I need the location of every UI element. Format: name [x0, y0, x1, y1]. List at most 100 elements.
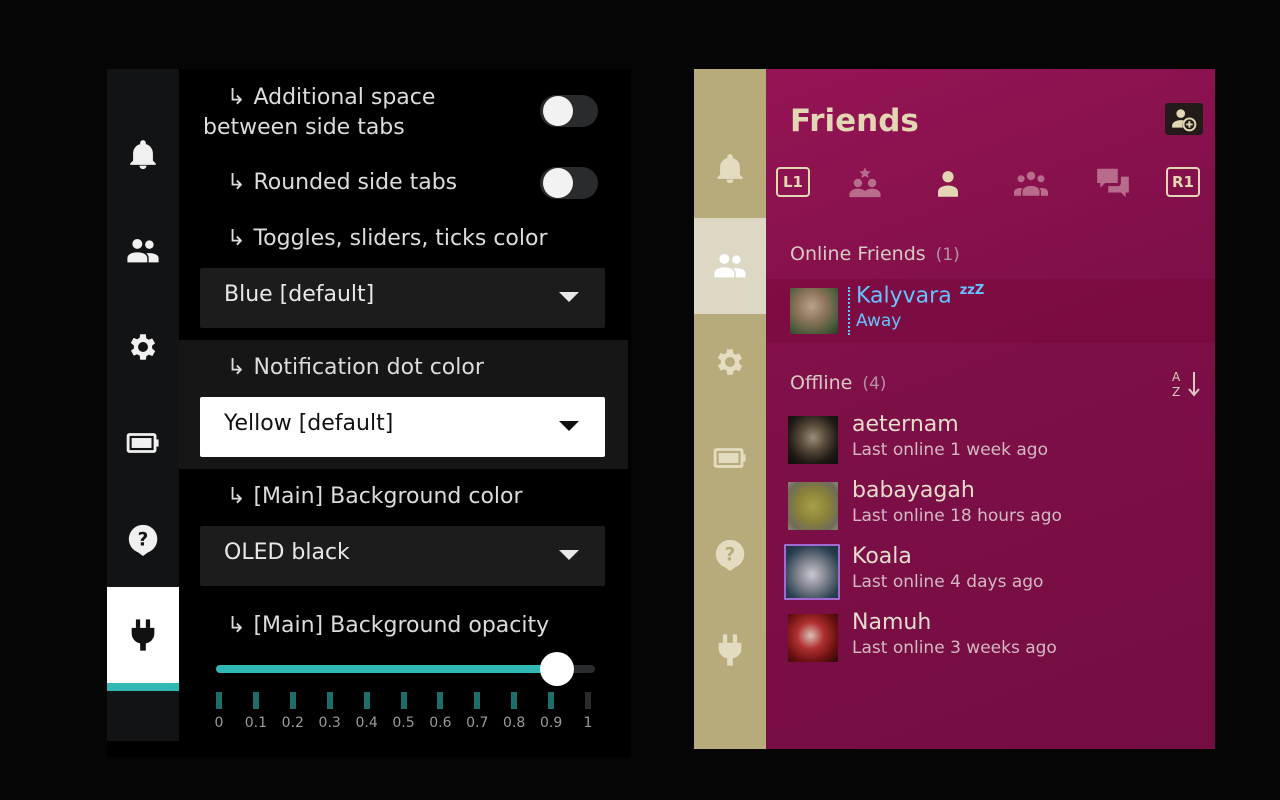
sidebar-tab-friends[interactable]	[694, 218, 766, 314]
friend-row[interactable]: Namuh Last online 3 weeks ago	[766, 606, 1215, 670]
sidebar-tab-battery[interactable]	[107, 395, 179, 491]
sort-alpha-icon[interactable]: A Z	[1170, 369, 1204, 399]
groups-icon	[1014, 171, 1048, 196]
avatar	[788, 482, 838, 530]
slider-tick	[400, 692, 407, 709]
slider-tick	[511, 692, 518, 709]
gear-icon	[717, 349, 743, 375]
tab-friends[interactable]	[926, 163, 970, 203]
slider-tick-label: 0.9	[539, 715, 563, 731]
help-icon: ?	[128, 524, 158, 556]
svg-text:A: A	[1172, 370, 1181, 384]
bell-icon	[717, 154, 743, 184]
favorites-icon	[849, 167, 881, 198]
sidebar-tab-notifications[interactable]	[694, 121, 766, 217]
add-friend-icon	[1172, 109, 1197, 132]
settings-panel: ? ↳ Additional space between side tabs ↳ R…	[107, 69, 631, 757]
tab-favorites[interactable]	[843, 163, 887, 203]
plug-icon	[718, 634, 742, 666]
slider-tick	[289, 692, 296, 709]
friends-main: Friends L1 R1 Online Friends (1) Kalyvara…	[766, 69, 1215, 749]
additional-space-label-line2: between side tabs	[203, 115, 405, 140]
sidebar-tab-friends[interactable]	[107, 203, 179, 299]
help-icon: ?	[715, 539, 745, 571]
tab-chat[interactable]	[1091, 163, 1135, 203]
friends-icon	[714, 253, 746, 278]
notification-dot-dropdown[interactable]: Yellow [default]	[200, 397, 605, 457]
away-zzz-icon: zzZ	[959, 283, 985, 298]
page-title: Friends	[790, 103, 919, 139]
friend-status: Last online 1 week ago	[852, 440, 1048, 460]
tab-groups[interactable]	[1009, 163, 1053, 203]
additional-space-label: ↳ Additional space	[227, 85, 436, 110]
chevron-down-icon	[559, 550, 579, 560]
sidebar-tab-settings[interactable]	[694, 314, 766, 410]
friend-name: Koala	[852, 544, 912, 569]
slider-tick-label: 0.8	[503, 715, 526, 731]
friend-name: aeternam	[852, 412, 959, 437]
battery-icon	[126, 433, 159, 453]
sidebar-tab-notifications[interactable]	[107, 107, 179, 203]
friend-row[interactable]: aeternam Last online 1 week ago	[766, 408, 1215, 472]
slider-tick-label: 1	[583, 715, 593, 731]
friend-row[interactable]: babayagah Last online 18 hours ago	[766, 474, 1215, 538]
notification-dot-label: ↳ Notification dot color	[227, 355, 484, 380]
chevron-down-icon	[559, 292, 579, 302]
slider-tick-label: 0.2	[281, 715, 304, 731]
add-friend-button[interactable]	[1165, 103, 1203, 135]
sidebar-tab-battery[interactable]	[694, 410, 766, 506]
bg-color-label: ↳ [Main] Background color	[227, 484, 523, 509]
rounded-side-tabs-label: ↳ Rounded side tabs	[227, 170, 458, 195]
l1-button-hint[interactable]: L1	[776, 167, 810, 197]
friend-status: Away	[856, 311, 902, 331]
slider-tick	[326, 692, 333, 709]
settings-content: ↳ Additional space between side tabs ↳ Rou…	[179, 69, 631, 757]
friend-row[interactable]: Koala Last online 4 days ago	[766, 540, 1215, 604]
friend-name: babayagah	[852, 478, 975, 503]
friend-name: Kalyvara zzZ	[856, 283, 985, 309]
sidebar-tab-settings[interactable]	[107, 299, 179, 395]
slider-tick-label: 0.3	[318, 715, 341, 731]
sidebar-tab-help[interactable]: ?	[694, 506, 766, 602]
bg-opacity-label: ↳ [Main] Background opacity	[227, 613, 550, 638]
toggles-color-dropdown[interactable]: Blue [default]	[200, 268, 605, 328]
friends-panel: ? Friends L1 R1 Online Friends (1) Kalyv…	[694, 69, 1215, 749]
r1-button-hint[interactable]: R1	[1166, 167, 1200, 197]
slider-tick	[252, 692, 259, 709]
slider-tick-label: 0.5	[392, 715, 415, 731]
svg-text:?: ?	[725, 544, 736, 565]
slider-tick-label: 0.6	[429, 715, 452, 731]
offline-friends-header: Offline (4)	[790, 372, 887, 394]
plug-icon	[131, 619, 155, 651]
rounded-side-tabs-toggle[interactable]	[540, 167, 598, 199]
avatar	[788, 416, 838, 464]
chevron-down-icon	[559, 421, 579, 431]
slider-tick	[216, 692, 222, 709]
toggle-knob	[543, 96, 573, 126]
toggle-knob	[543, 168, 573, 198]
slider-tick	[363, 692, 370, 709]
sidebar-tab-plugins[interactable]	[107, 587, 179, 691]
additional-space-toggle[interactable]	[540, 95, 598, 127]
bg-color-dropdown[interactable]: OLED black	[200, 526, 605, 586]
avatar	[784, 544, 840, 600]
sidebar-tab-help[interactable]: ?	[107, 491, 179, 587]
slider-tick	[474, 692, 481, 709]
svg-text:?: ?	[138, 529, 149, 550]
battery-icon	[713, 448, 746, 468]
toggles-color-label: ↳ Toggles, sliders, ticks color	[227, 226, 548, 251]
avatar	[788, 614, 838, 662]
bg-opacity-slider[interactable]	[216, 652, 595, 686]
friend-name: Namuh	[852, 610, 932, 635]
sidebar-tab-plugins[interactable]	[694, 602, 766, 698]
slider-fill	[216, 665, 558, 673]
status-indicator	[848, 287, 850, 335]
slider-tick	[585, 692, 591, 709]
friend-row-online[interactable]: Kalyvara zzZ Away	[766, 279, 1215, 343]
friend-status: Last online 4 days ago	[852, 572, 1044, 592]
chat-icon	[1097, 168, 1129, 198]
slider-tick-label: 0.7	[466, 715, 489, 731]
slider-tick-label: 0	[214, 715, 224, 731]
slider-handle[interactable]	[540, 652, 575, 686]
bell-icon	[130, 140, 156, 170]
